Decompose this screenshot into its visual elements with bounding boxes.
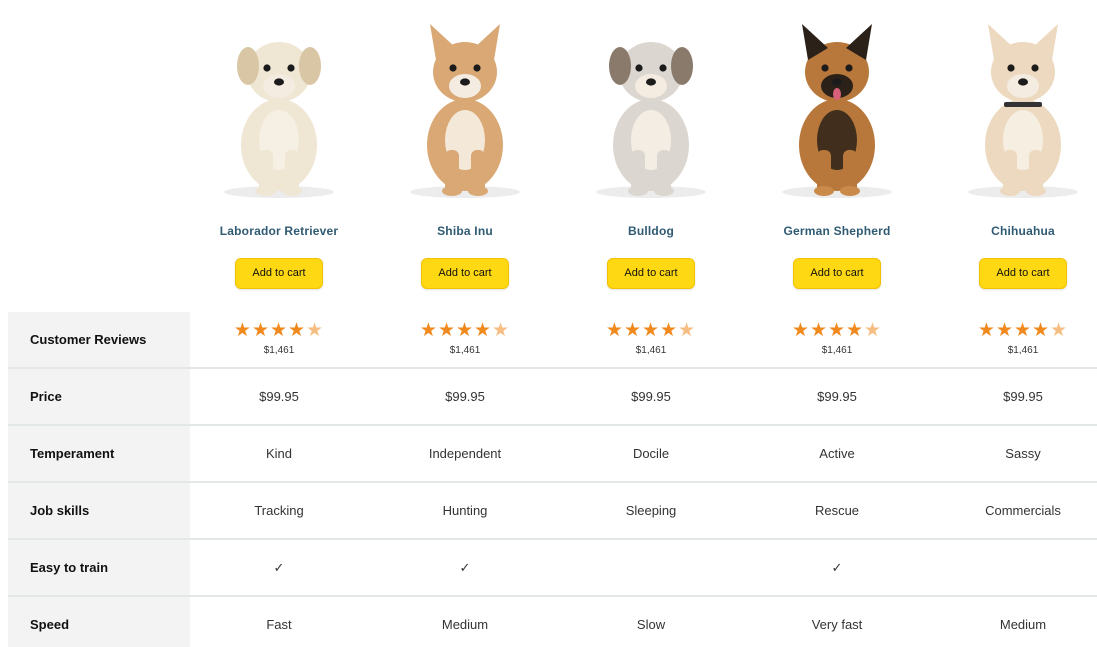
product-image[interactable] bbox=[204, 10, 354, 206]
price-cell: $99.95 bbox=[631, 389, 671, 404]
dog-photo-icon bbox=[968, 24, 1078, 198]
temperament-cell: Active bbox=[819, 446, 855, 461]
dog-photo-icon bbox=[410, 24, 520, 198]
row-easy-to-train: Easy to train ✓ ✓ ✓ bbox=[8, 540, 1097, 597]
rating-cell[interactable]: ★★★★★ $1,461 bbox=[930, 312, 1097, 367]
price-cell: $99.95 bbox=[445, 389, 485, 404]
add-to-cart-button[interactable]: Add to cart bbox=[979, 258, 1067, 289]
row-label: Temperament bbox=[8, 426, 190, 481]
review-count: $1,461 bbox=[263, 345, 295, 356]
job-skill-cell: Sleeping bbox=[625, 503, 677, 518]
temperament-cell: Sassy bbox=[1005, 446, 1041, 461]
add-to-cart-button[interactable]: Add to cart bbox=[607, 258, 695, 289]
product-column-3: Bulldog Add to cart bbox=[558, 0, 744, 312]
star-rating-icon: ★★★★★ bbox=[977, 320, 1069, 341]
product-image[interactable] bbox=[762, 10, 912, 206]
row-label: Price bbox=[8, 369, 190, 424]
add-to-cart-button[interactable]: Add to cart bbox=[421, 258, 509, 289]
product-name-link[interactable]: Bulldog bbox=[558, 224, 744, 238]
product-image[interactable] bbox=[576, 10, 726, 206]
add-to-cart-button[interactable]: Add to cart bbox=[235, 258, 323, 289]
product-header-row: Laborador Retriever Add to cart Shiba In… bbox=[0, 0, 1097, 312]
product-name-link[interactable]: Laborador Retriever bbox=[186, 224, 372, 238]
speed-cell: Medium bbox=[999, 617, 1047, 632]
row-price: Price $99.95 $99.95 $99.95 $99.95 $99.95 bbox=[8, 369, 1097, 426]
row-label: Job skills bbox=[8, 483, 190, 538]
dog-photo-icon bbox=[224, 42, 334, 198]
row-job-skills: Job skills Tracking Hunting Sleeping Res… bbox=[8, 483, 1097, 540]
star-rating-icon: ★★★★★ bbox=[419, 320, 511, 341]
job-skill-cell: Tracking bbox=[254, 503, 304, 518]
rating-cell[interactable]: ★★★★★ $1,461 bbox=[558, 312, 744, 367]
product-image[interactable] bbox=[948, 10, 1097, 206]
job-skill-cell: Commercials bbox=[985, 503, 1061, 518]
checkmark-icon bbox=[558, 540, 744, 595]
temperament-cell: Independent bbox=[428, 446, 502, 461]
rating-cell[interactable]: ★★★★★ $1,461 bbox=[186, 312, 372, 367]
product-name-link[interactable]: Chihuahua bbox=[930, 224, 1097, 238]
product-name-link[interactable]: German Shepherd bbox=[744, 224, 930, 238]
product-column-5: Chihuahua Add to cart bbox=[930, 0, 1097, 312]
speed-cell: Fast bbox=[266, 617, 292, 632]
speed-cell: Medium bbox=[441, 617, 489, 632]
temperament-cell: Docile bbox=[632, 446, 670, 461]
checkmark-icon: ✓ bbox=[459, 560, 471, 575]
dog-photo-icon bbox=[596, 42, 706, 198]
row-label: Easy to train bbox=[8, 540, 190, 595]
add-to-cart-button[interactable]: Add to cart bbox=[793, 258, 881, 289]
product-image[interactable] bbox=[390, 10, 540, 206]
row-speed: Speed Fast Medium Slow Very fast Medium bbox=[8, 597, 1097, 647]
review-count: $1,461 bbox=[635, 345, 667, 356]
rating-cell[interactable]: ★★★★★ $1,461 bbox=[744, 312, 930, 367]
job-skill-cell: Hunting bbox=[442, 503, 488, 518]
row-label: Customer Reviews bbox=[8, 312, 190, 367]
product-name-link[interactable]: Shiba Inu bbox=[372, 224, 558, 238]
price-cell: $99.95 bbox=[259, 389, 299, 404]
row-temperament: Temperament Kind Independent Docile Acti… bbox=[8, 426, 1097, 483]
star-rating-icon: ★★★★★ bbox=[605, 320, 697, 341]
checkmark-icon bbox=[930, 540, 1097, 595]
product-column-1: Laborador Retriever Add to cart bbox=[186, 0, 372, 312]
product-column-4: German Shepherd Add to cart bbox=[744, 0, 930, 312]
rating-cell[interactable]: ★★★★★ $1,461 bbox=[372, 312, 558, 367]
checkmark-icon: ✓ bbox=[273, 560, 285, 575]
row-label: Speed bbox=[8, 597, 190, 647]
review-count: $1,461 bbox=[821, 345, 853, 356]
star-rating-icon: ★★★★★ bbox=[791, 320, 883, 341]
review-count: $1,461 bbox=[1007, 345, 1039, 356]
price-cell: $99.95 bbox=[1003, 389, 1043, 404]
speed-cell: Very fast bbox=[811, 617, 863, 632]
dog-photo-icon bbox=[782, 24, 892, 198]
review-count: $1,461 bbox=[449, 345, 481, 356]
temperament-cell: Kind bbox=[265, 446, 293, 461]
row-customer-reviews: Customer Reviews ★★★★★ $1,461 ★★★★★ $1,4… bbox=[8, 312, 1097, 369]
job-skill-cell: Rescue bbox=[814, 503, 860, 518]
speed-cell: Slow bbox=[636, 617, 666, 632]
price-cell: $99.95 bbox=[817, 389, 857, 404]
product-column-2: Shiba Inu Add to cart bbox=[372, 0, 558, 312]
star-rating-icon: ★★★★★ bbox=[233, 320, 325, 341]
checkmark-icon: ✓ bbox=[831, 560, 843, 575]
